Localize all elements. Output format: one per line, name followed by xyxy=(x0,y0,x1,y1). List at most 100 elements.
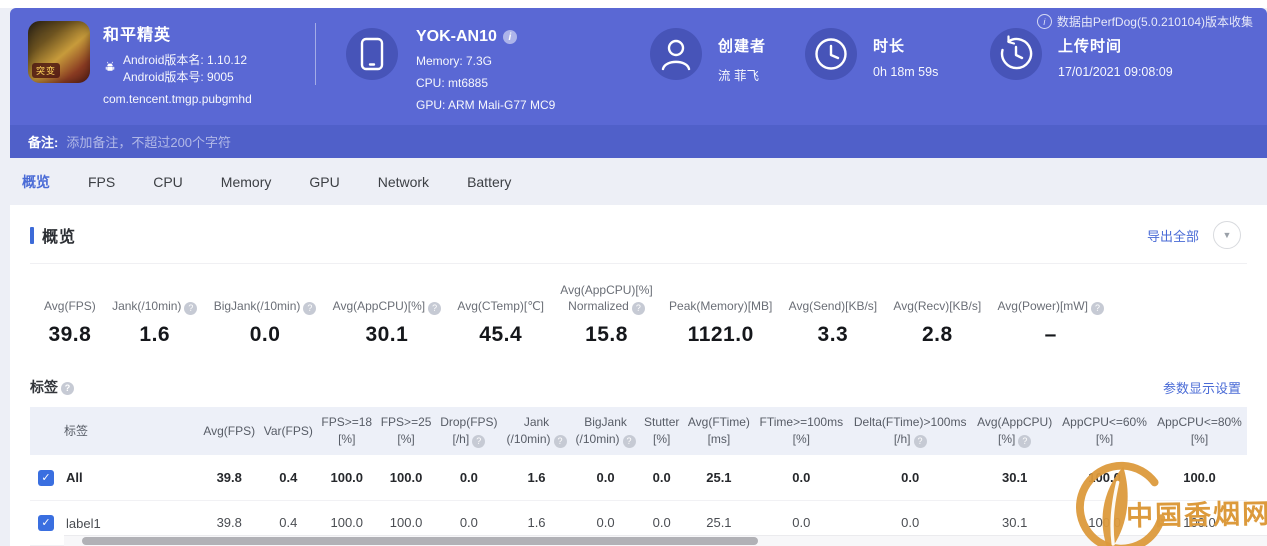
help-icon[interactable]: ? xyxy=(1018,435,1031,448)
top-strip xyxy=(0,0,1267,8)
column-header-7: BigJank(/10min)? xyxy=(571,407,640,455)
cell: 0.0 xyxy=(640,455,683,500)
column-header-2: Var(FPS) xyxy=(259,407,317,455)
scrollbar-thumb[interactable] xyxy=(82,537,758,545)
stat-label: Avg(Recv)[KB/s] xyxy=(893,282,981,314)
row-name: All xyxy=(66,470,83,485)
device-info-icon[interactable]: i xyxy=(503,30,517,44)
stat-value: 45.4 xyxy=(457,323,544,347)
stat-label: Avg(Power)[mW]? xyxy=(998,282,1104,314)
stat-label-line: Avg(CTemp)[℃] xyxy=(457,298,544,314)
cell: 0.0 xyxy=(848,455,972,500)
display-settings-link[interactable]: 参数显示设置 xyxy=(1163,378,1241,397)
phone-icon xyxy=(346,28,398,80)
stat-label: BigJank(/10min)? xyxy=(214,282,317,314)
stat-avg-fps: Avg(FPS) 39.8 xyxy=(44,282,96,347)
tab-fps[interactable]: FPS xyxy=(88,174,115,190)
duration-value: 0h 18m 59s xyxy=(873,65,938,79)
stat-peak-memory: Peak(Memory)[MB] 1121.0 xyxy=(669,282,772,347)
tab-overview[interactable]: 概览 xyxy=(22,172,50,192)
help-icon[interactable]: ? xyxy=(554,435,567,448)
stat-value: 3.3 xyxy=(789,323,878,347)
creator-block: 创建者 流 菲飞 xyxy=(650,28,766,84)
cell: 100.0 xyxy=(317,455,376,500)
stat-label-line: Normalized? xyxy=(560,298,652,314)
column-header-9: Avg(FTime)[ms] xyxy=(683,407,754,455)
stat-label: Avg(AppCPU)[%]? xyxy=(333,282,441,314)
column-header-8: Stutter[%] xyxy=(640,407,683,455)
cell: 39.8 xyxy=(199,455,259,500)
history-icon xyxy=(990,28,1042,80)
help-icon[interactable]: ? xyxy=(472,435,485,448)
tab-network[interactable]: Network xyxy=(378,174,429,190)
stat-label: Avg(CTemp)[℃] xyxy=(457,282,544,314)
stat-bigjank-10min: BigJank(/10min)?0.0 xyxy=(214,282,317,347)
perfdog-report-page: i 数据由PerfDog(5.0.210104)版本收集 突变 和平精英 xyxy=(0,0,1267,546)
stat-label-line: Avg(AppCPU)[%]? xyxy=(333,298,441,314)
column-header-12: Avg(AppCPU)[%]? xyxy=(972,407,1057,455)
info-icon: i xyxy=(1037,14,1052,29)
watermark: 中国香烟网 xyxy=(1062,460,1267,546)
stat-value: 39.8 xyxy=(44,323,96,347)
labels-help-icon[interactable]: ? xyxy=(61,382,74,395)
device-gpu: GPU: ARM Mali-G77 MC9 xyxy=(416,94,555,116)
column-header-6: Jank(/10min)? xyxy=(502,407,571,455)
stat-value: 15.8 xyxy=(560,323,652,347)
stat-label: Peak(Memory)[MB] xyxy=(669,282,772,314)
stat-avg-appcpu-normalized: Avg(AppCPU)[%]Normalized? 15.8 xyxy=(560,282,652,347)
app-block: 突变 和平精英 Android版本名: 1.1 xyxy=(28,21,252,106)
clock-icon xyxy=(805,28,857,80)
labels-title: 标签 ? xyxy=(30,377,74,397)
tab-gpu[interactable]: GPU xyxy=(309,174,339,190)
help-icon[interactable]: ? xyxy=(914,435,927,448)
android-version-name: Android版本名: 1.10.12 xyxy=(123,52,247,69)
help-icon[interactable]: ? xyxy=(303,302,316,315)
stat-avg-send: Avg(Send)[KB/s] 3.3 xyxy=(789,282,878,347)
note-bar: 备注: 添加备注，不超过200个字符 xyxy=(10,125,1267,158)
report-header: i 数据由PerfDog(5.0.210104)版本收集 突变 和平精英 xyxy=(10,8,1267,125)
export-dropdown-button[interactable]: ▼ xyxy=(1213,221,1241,249)
help-icon[interactable]: ? xyxy=(623,435,636,448)
stat-label-line: Jank(/10min)? xyxy=(112,298,197,314)
app-meta: 和平精英 Android版本名: 1.10.12 Android版 xyxy=(103,21,252,106)
column-header-10: FTime>=100ms[%] xyxy=(754,407,848,455)
table-header-row: 标签Avg(FPS)Var(FPS)FPS>=18[%]FPS>=25[%]Dr… xyxy=(30,407,1247,455)
row-checkbox[interactable]: ✓ xyxy=(38,470,54,486)
cell: 30.1 xyxy=(972,455,1057,500)
stat-value: 1.6 xyxy=(112,323,197,347)
help-icon[interactable]: ? xyxy=(184,302,197,315)
note-label: 备注: xyxy=(28,132,58,151)
cell: 0.0 xyxy=(571,455,640,500)
column-header-0: 标签 xyxy=(30,407,199,455)
summary-stats: Avg(FPS) 39.8 Jank(/10min)? 1.6 BigJank(/10m… xyxy=(44,282,1104,347)
stat-label-line: Avg(Power)[mW]? xyxy=(998,298,1104,314)
help-icon[interactable]: ? xyxy=(632,302,645,315)
section-header: 概览 导出全部 ▼ xyxy=(30,205,1247,249)
stat-label-line: Avg(Send)[KB/s] xyxy=(789,298,878,314)
help-icon[interactable]: ? xyxy=(428,302,441,315)
tab-memory[interactable]: Memory xyxy=(221,174,272,190)
help-icon[interactable]: ? xyxy=(1091,302,1104,315)
stat-value: 1121.0 xyxy=(669,323,772,347)
cell: 100.0 xyxy=(376,455,435,500)
section-divider xyxy=(30,263,1247,264)
device-cpu: CPU: mt6885 xyxy=(416,72,555,94)
row-checkbox[interactable]: ✓ xyxy=(38,515,54,531)
upload-time-value: 17/01/2021 09:08:09 xyxy=(1058,65,1173,79)
stat-label: Avg(Send)[KB/s] xyxy=(789,282,878,314)
note-input[interactable]: 添加备注，不超过200个字符 xyxy=(66,132,231,151)
export-all-link[interactable]: 导出全部 xyxy=(1147,226,1199,245)
stat-label-line: Peak(Memory)[MB] xyxy=(669,298,772,314)
creator-label: 创建者 xyxy=(718,35,766,56)
labels-section-header: 标签 ? 参数显示设置 xyxy=(30,377,1247,397)
column-header-13: AppCPU<=60%[%] xyxy=(1057,407,1152,455)
tab-cpu[interactable]: CPU xyxy=(153,174,183,190)
column-header-14: AppCPU<=80%[%] xyxy=(1152,407,1247,455)
upload-time-label: 上传时间 xyxy=(1058,35,1173,56)
tab-battery[interactable]: Battery xyxy=(467,174,511,190)
column-header-3: FPS>=18[%] xyxy=(317,407,376,455)
stat-label-line: Avg(FPS) xyxy=(44,298,96,314)
stat-value: 2.8 xyxy=(893,323,981,347)
stat-label-line: Avg(AppCPU)[%] xyxy=(560,282,652,298)
user-icon xyxy=(650,28,702,80)
